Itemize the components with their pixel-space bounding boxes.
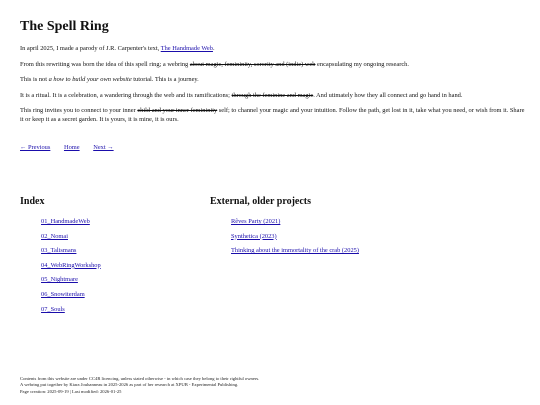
intro-text-2: From this rewriting was born the idea of… <box>20 60 190 68</box>
index-link[interactable]: 03_Talismans <box>41 247 76 254</box>
intro-paragraph-2: From this rewriting was born the idea of… <box>20 61 525 70</box>
ring-navigation: ← Previous Home Next → <box>20 144 525 152</box>
intro-paragraph-5: This ring invites you to connect to your… <box>20 107 525 124</box>
index-heading: Index <box>20 196 45 207</box>
external-projects-section: External, older projects Rêves Party (20… <box>210 196 510 262</box>
index-section: Index 01_HandmadeWeb 02_Nomai 03_Talisma… <box>20 196 200 320</box>
intro-text-3: This is not <box>20 76 49 84</box>
index-link[interactable]: 06_Snowiterdam <box>41 291 85 298</box>
external-link[interactable]: Thinking about the immortality of the cr… <box>231 247 359 254</box>
footer-credits: A webring put together by Kiara Jouhanne… <box>20 382 239 388</box>
intro-paragraph-4: It is a ritual. It is a celebration, a w… <box>20 92 525 101</box>
intro-text-4-end: . And utimately how they all connect and… <box>313 91 463 99</box>
index-link[interactable]: 01_HandmadeWeb <box>41 218 90 225</box>
italic-text-3: a how to build your own website <box>48 76 132 84</box>
index-link[interactable]: 05_Nightmare <box>41 276 78 283</box>
page-content: The Spell Ring In april 2025, I made a p… <box>20 0 525 313</box>
list-item: Thinking about the immortality of the cr… <box>231 247 510 255</box>
intro-paragraph-3: This is not a how to build your own webs… <box>20 76 525 85</box>
struck-text-5: child and your inner femininity <box>137 107 218 115</box>
index-link[interactable]: 02_Nomai <box>41 233 68 240</box>
list-item: Rêves Party (2021) <box>231 218 510 226</box>
page-title: The Spell Ring <box>20 19 109 34</box>
external-list: Rêves Party (2021) Synthetica (2023) Thi… <box>210 218 510 255</box>
struck-text-4: through the feminine and magic <box>231 91 314 99</box>
intro-paragraph-1: In april 2025, I made a parody of J.R. C… <box>20 45 525 54</box>
index-list: 01_HandmadeWeb 02_Nomai 03_Talismans 04_… <box>20 218 200 314</box>
handmade-web-link[interactable]: The Handmade Web <box>161 45 213 52</box>
external-heading: External, older projects <box>210 196 312 207</box>
external-link[interactable]: Rêves Party (2021) <box>231 218 280 225</box>
intro-text-4: It is a ritual. It is a celebration, a w… <box>20 91 232 99</box>
index-link[interactable]: 04_WebRingWorkshop <box>41 262 101 269</box>
site-footer: Contents from this website are under CC4… <box>20 376 259 395</box>
home-link[interactable]: Home <box>64 144 80 151</box>
struck-text-2: about magic, femininity, sorority and (i… <box>189 60 316 68</box>
intro-text-1: In april 2025, I made a parody of J.R. C… <box>20 45 161 52</box>
previous-link[interactable]: ← Previous <box>20 144 50 151</box>
intro-text-5: This ring invites you to connect to your… <box>20 107 138 115</box>
list-item: 03_Talismans <box>41 247 200 255</box>
intro-text-1-end: . <box>212 45 215 52</box>
list-item: 01_HandmadeWeb <box>41 218 200 226</box>
list-item: 06_Snowiterdam <box>41 291 200 299</box>
list-item: 02_Nomai <box>41 233 200 241</box>
intro-text-3-end: tutorial. This is a journey. <box>131 76 199 84</box>
footer-dates: Page creation: 2025-09-19 | Last modifie… <box>20 388 122 394</box>
index-link[interactable]: 07_Souls <box>41 306 65 313</box>
intro-text-2-end: encapsulating my ongoing research. <box>315 60 409 68</box>
list-item: 05_Nightmare <box>41 276 200 284</box>
list-item: 04_WebRingWorkshop <box>41 262 200 270</box>
external-link[interactable]: Synthetica (2023) <box>231 233 277 240</box>
list-item: 07_Souls <box>41 306 200 314</box>
list-item: Synthetica (2023) <box>231 233 510 241</box>
next-link[interactable]: Next → <box>93 144 113 151</box>
